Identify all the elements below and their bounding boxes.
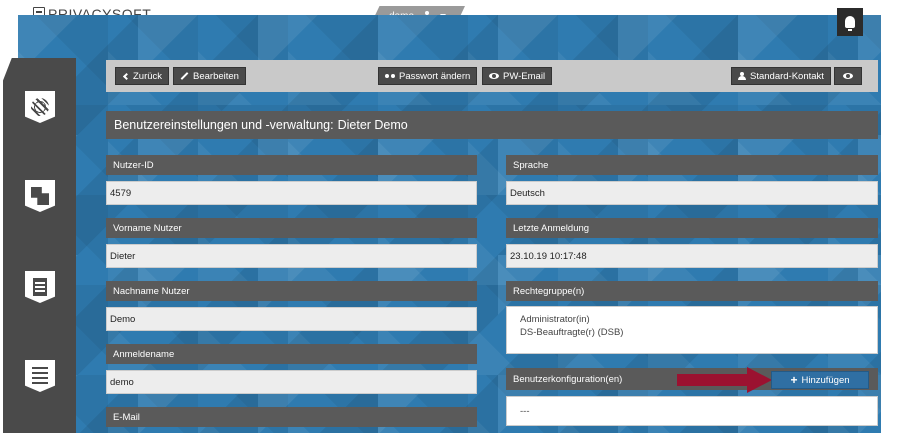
pw-email-button[interactable]: PW-Email xyxy=(482,67,553,85)
toolbar: Zurück Bearbeiten Passwort ändern PW-Ema… xyxy=(106,60,878,92)
language-field[interactable]: Deutsch xyxy=(506,181,878,205)
puzzle-icon xyxy=(31,187,49,205)
standard-contact-label: Standard-Kontakt xyxy=(750,70,824,82)
page-title-name: Dieter Demo xyxy=(337,118,408,132)
last-login-label: Letzte Anmeldung xyxy=(506,218,878,238)
last-login-field: 23.10.19 10:17:48 xyxy=(506,244,878,268)
add-label: Hinzufügen xyxy=(801,374,850,386)
person-icon xyxy=(738,72,746,80)
sidebar-item-privacy[interactable] xyxy=(25,91,55,123)
language-label: Sprache xyxy=(506,155,878,175)
last-name-label: Nachname Nutzer xyxy=(106,281,477,301)
login-name-field[interactable]: demo xyxy=(106,370,477,394)
rights-group-label: Rechtegruppe(n) xyxy=(506,281,878,301)
sidebar-item-modules[interactable] xyxy=(25,180,55,212)
eye-slash-icon xyxy=(489,73,499,79)
last-name-field[interactable]: Demo xyxy=(106,307,477,331)
checklist-icon xyxy=(32,367,48,385)
chevron-left-icon xyxy=(122,72,131,80)
document-icon xyxy=(33,278,47,296)
user-id-field[interactable]: 4579 xyxy=(106,181,477,205)
sidebar xyxy=(3,58,76,433)
help-button[interactable] xyxy=(837,8,863,36)
page-title: Benutzereinstellungen und -verwaltung: D… xyxy=(106,111,878,139)
globe-shield-icon xyxy=(31,98,49,116)
user-config-value: --- xyxy=(506,396,878,426)
annotation-arrow-icon xyxy=(677,367,772,393)
edit-label: Bearbeiten xyxy=(193,70,239,82)
user-id-label: Nutzer-ID xyxy=(106,155,477,175)
view-button[interactable] xyxy=(834,67,862,85)
rights-group-list: Administrator(in) DS-Beauftragte(r) (DSB… xyxy=(506,306,878,354)
first-name-field[interactable]: Dieter xyxy=(106,244,477,268)
standard-contact-button[interactable]: Standard-Kontakt xyxy=(731,67,831,85)
lightbulb-icon xyxy=(845,16,855,31)
back-button[interactable]: Zurück xyxy=(115,67,170,85)
list-item: Administrator(in) xyxy=(520,314,590,325)
glasses-icon xyxy=(385,73,395,79)
edit-button[interactable]: Bearbeiten xyxy=(173,67,246,85)
page-title-prefix: Benutzereinstellungen und -verwaltung: xyxy=(114,118,334,132)
back-label: Zurück xyxy=(133,70,163,82)
pw-email-label: PW-Email xyxy=(503,70,546,82)
pencil-icon xyxy=(180,72,189,80)
sidebar-item-checklist[interactable] xyxy=(25,360,55,392)
email-label: E-Mail xyxy=(106,407,477,427)
login-name-label: Anmeldename xyxy=(106,344,477,364)
add-user-config-button[interactable]: + Hinzufügen xyxy=(771,371,869,389)
sidebar-item-documents[interactable] xyxy=(25,271,55,303)
change-password-label: Passwort ändern xyxy=(399,70,471,82)
eye-icon xyxy=(843,73,853,79)
plus-icon: + xyxy=(790,373,798,387)
list-item: DS-Beauftragte(r) (DSB) xyxy=(520,327,624,338)
first-name-label: Vorname Nutzer xyxy=(106,218,477,238)
change-password-button[interactable]: Passwort ändern xyxy=(378,67,478,85)
